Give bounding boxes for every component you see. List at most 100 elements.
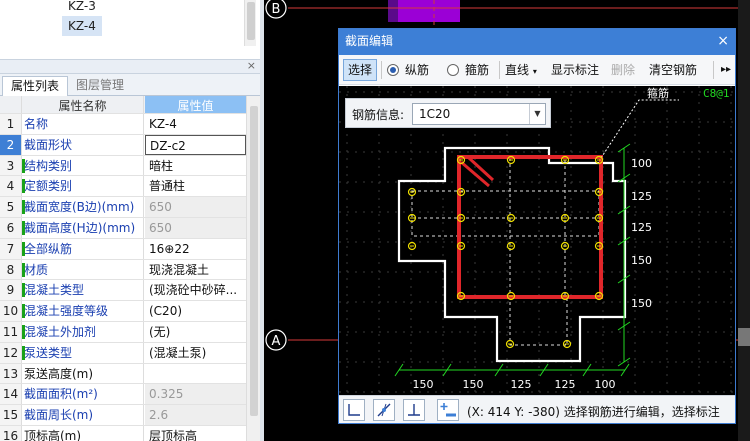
property-name: 混凝土强度等级	[22, 301, 144, 321]
chevron-down-icon[interactable]: ▼	[529, 104, 545, 124]
row-number: 8	[0, 259, 22, 280]
row-number: 6	[0, 217, 22, 238]
delete-button[interactable]: 删除	[611, 59, 635, 81]
clear-rebar-button[interactable]: 清空钢筋	[649, 59, 697, 81]
longitudinal-radio[interactable]: 纵筋	[387, 59, 429, 81]
rebar-info-select[interactable]: 1C20 ▼	[412, 103, 546, 125]
dialog-title: 截面编辑	[345, 34, 394, 48]
table-row[interactable]: 7 全部纵筋 16⊕22	[0, 238, 246, 260]
dimension-label: 150	[413, 378, 434, 391]
diagonal-snap-icon[interactable]	[373, 399, 395, 421]
inner-stirrup-dashed	[458, 157, 566, 299]
perpendicular-icon[interactable]	[403, 399, 425, 421]
scrollbar-thumb[interactable]	[250, 106, 258, 416]
table-row[interactable]: 16 顶标高(m) 层顶标高	[0, 425, 246, 441]
dialog-title-bar[interactable]: 截面编辑 ×	[339, 29, 735, 55]
row-number: 4	[0, 176, 22, 197]
property-name: 全部纵筋	[22, 238, 144, 259]
property-name: 泵送高度(m)	[22, 363, 144, 384]
dialog-toolbar: 选择 纵筋 箍筋 直线 ▾ 显示标注 删除 清空钢筋 ▸▸	[339, 55, 735, 85]
property-value[interactable]: 650	[145, 217, 246, 238]
property-value[interactable]: 2.6	[145, 405, 246, 425]
ortho-snap-glyph	[348, 404, 360, 416]
property-name: 混凝土外加剂	[22, 321, 144, 342]
property-value[interactable]: DZ-c2	[145, 134, 246, 155]
inner-stirrup-dashed	[411, 190, 600, 237]
property-value[interactable]: 0.325	[145, 384, 246, 405]
diagonal-snap-glyph	[377, 403, 391, 417]
line-dropdown[interactable]: 直线 ▾	[505, 59, 537, 81]
edit-marker	[22, 179, 25, 194]
property-value[interactable]: 暗柱	[145, 156, 246, 176]
table-row[interactable]: 13 泵送高度(m)	[0, 363, 246, 385]
property-value[interactable]	[145, 364, 246, 384]
close-icon[interactable]: ×	[717, 29, 729, 53]
row-number: 2	[0, 134, 22, 155]
row-number: 10	[0, 301, 22, 321]
dimension-label: 125	[631, 190, 652, 203]
table-row[interactable]: 4 定额类别 普通柱	[0, 176, 246, 198]
table-scrollbar[interactable]	[246, 96, 260, 441]
property-value[interactable]: (混凝土泵)	[145, 343, 246, 363]
table-row[interactable]: 12 泵送类型 (混凝土泵)	[0, 342, 246, 364]
dimension-label: 125	[631, 221, 652, 234]
property-value[interactable]: 16⊕22	[145, 239, 246, 259]
row-number: 11	[0, 321, 22, 342]
section-editor-dialog: 截面编辑 × 选择 纵筋 箍筋 直线 ▾ 显示标注 删除 清空钢筋 ▸▸ 100…	[338, 28, 736, 424]
property-value[interactable]: 650	[145, 197, 246, 217]
table-row[interactable]: 6 截面高度(H边)(mm) 650	[0, 217, 246, 239]
table-row[interactable]: 11 混凝土外加剂 (无)	[0, 321, 246, 343]
property-name: 材质	[22, 259, 144, 280]
property-value[interactable]: 普通柱	[145, 176, 246, 196]
table-row[interactable]: 9 混凝土类型 (现浇砼中砂碎...	[0, 280, 246, 302]
row-number: 1	[0, 114, 22, 134]
radio-checked-icon[interactable]	[387, 64, 399, 76]
select-button[interactable]: 选择	[343, 59, 377, 81]
dropdown-arrow-icon: ▾	[532, 67, 537, 76]
property-name: 混凝土类型	[22, 280, 144, 301]
row-number: 3	[0, 155, 22, 176]
property-name: 泵送类型	[22, 342, 144, 363]
tab-properties[interactable]: 属性列表	[2, 76, 69, 96]
edit-marker	[22, 324, 25, 339]
tree-item-kz4[interactable]: KZ-4	[62, 16, 102, 36]
tree-item-kz3[interactable]: KZ-3	[62, 0, 102, 16]
stirrup-radio[interactable]: 箍筋	[447, 59, 489, 81]
purple-block	[388, 0, 460, 22]
dimension-label: 100	[631, 157, 652, 170]
table-row[interactable]: 2 截面形状 DZ-c2	[0, 134, 246, 156]
tree-scrollbar[interactable]	[244, 0, 256, 46]
property-value[interactable]: 现浇混凝土	[145, 260, 246, 280]
stirrup-callout-label: 箍筋	[647, 86, 669, 100]
section-outline	[397, 146, 627, 363]
table-row[interactable]: 8 材质 现浇混凝土	[0, 259, 246, 281]
table-row[interactable]: 10 混凝土强度等级 (C20)	[0, 301, 246, 322]
edit-marker	[22, 345, 25, 360]
property-value[interactable]: (C20)	[145, 301, 246, 321]
panel-header: ×	[0, 59, 262, 74]
add-point-icon[interactable]	[437, 399, 459, 421]
property-value[interactable]: (现浇砼中砂碎...	[145, 280, 246, 300]
table-row[interactable]: 1 名称 KZ-4	[0, 114, 246, 135]
property-name: 截面宽度(B边)(mm)	[22, 197, 144, 217]
add-point-glyph	[440, 403, 456, 417]
table-row[interactable]: 14 截面面积(m²) 0.325	[0, 384, 246, 406]
radio-unchecked-icon[interactable]	[447, 64, 459, 76]
table-row[interactable]: 3 结构类别 暗柱	[0, 155, 246, 177]
property-value[interactable]: KZ-4	[145, 114, 246, 134]
table-row[interactable]: 5 截面宽度(B边)(mm) 650	[0, 197, 246, 218]
ortho-snap-icon[interactable]	[343, 399, 365, 421]
scrollbar-thumb[interactable]	[247, 2, 255, 40]
tab-layers[interactable]: 图层管理	[68, 76, 132, 96]
section-canvas[interactable]: 100 125 125 150 150 150 150 125 125 100 箍筋 C8@1 钢…	[339, 86, 735, 395]
property-value[interactable]: 层顶标高	[145, 426, 246, 441]
close-icon[interactable]: ×	[247, 59, 256, 72]
show-labels-button[interactable]: 显示标注	[551, 59, 599, 81]
property-table: 属性名称 属性值 1 名称 KZ-4 2 截面形状 DZ-c2 3 结构类别 暗柱 4 定额类别 普通…	[0, 96, 246, 441]
more-icon[interactable]: ▸▸	[721, 59, 731, 81]
toolbar-divider	[713, 61, 714, 79]
property-value[interactable]: (无)	[145, 322, 246, 342]
axis-label-a: A	[272, 334, 281, 349]
property-name: 截面高度(H边)(mm)	[22, 217, 144, 238]
table-row[interactable]: 15 截面周长(m) 2.6	[0, 405, 246, 426]
